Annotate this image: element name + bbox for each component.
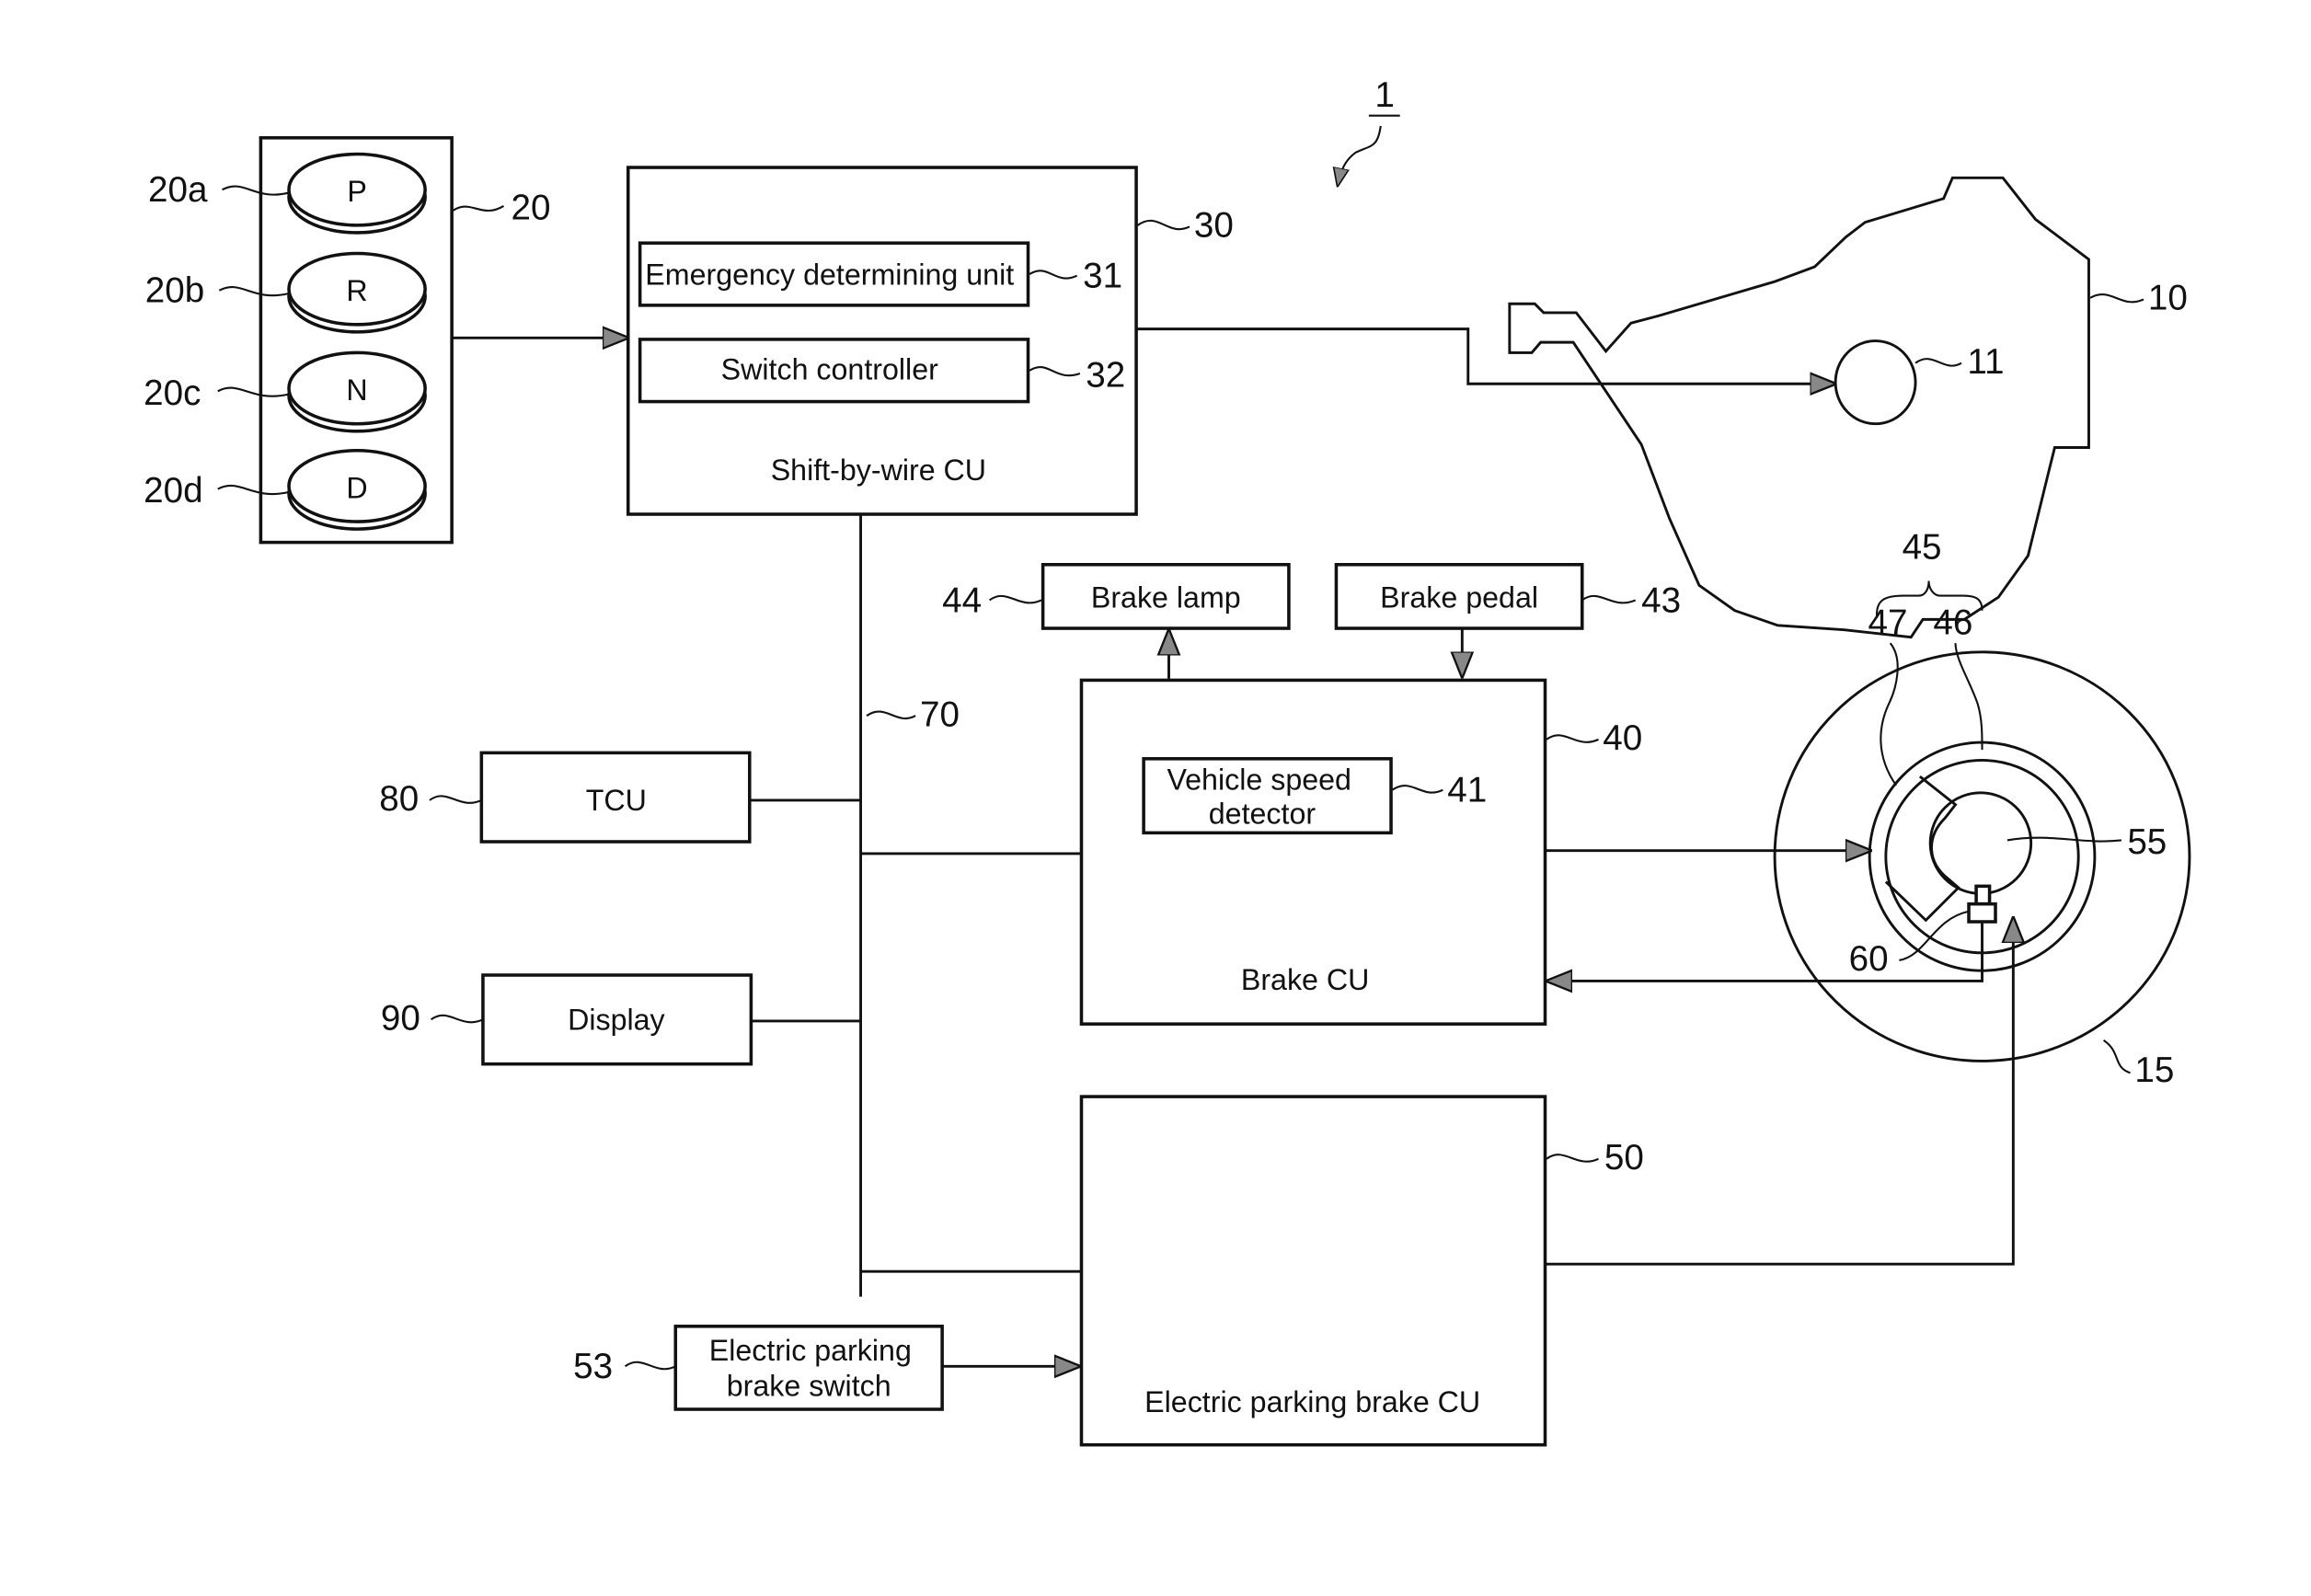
leader-11 (1914, 358, 1962, 367)
system-block-diagram: 1 20 P R N D 20a 20b 20c 20d Shift-by-wi… (144, 75, 2191, 1447)
leader-30 (1137, 219, 1190, 231)
ref-50: 50 (1604, 1138, 1644, 1177)
shift-button-d[interactable]: D (287, 448, 427, 531)
transmission-outline (1508, 176, 2090, 639)
shift-button-d-label: D (346, 471, 367, 504)
ref-10: 10 (2148, 279, 2188, 318)
leader-46 (1954, 643, 1983, 751)
ref-70: 70 (920, 695, 960, 734)
ref-41: 41 (1447, 771, 1487, 810)
leader-43 (1581, 594, 1637, 604)
ref-45: 45 (1903, 527, 1942, 567)
leader-50 (1546, 1154, 1599, 1163)
leader-90 (430, 1014, 484, 1024)
ref-53: 53 (573, 1347, 613, 1386)
shift-cu-label: Shift-by-wire CU (771, 454, 986, 487)
speed-sensor-base (1967, 901, 1997, 924)
ref-44: 44 (942, 580, 982, 620)
ref-60: 60 (1849, 939, 1889, 979)
ref-43: 43 (1641, 580, 1681, 620)
ref-20d: 20d (144, 471, 202, 511)
switch-controller-label: Switch controller (721, 352, 938, 385)
shift-button-r-label: R (346, 274, 367, 307)
ref-32: 32 (1086, 355, 1125, 395)
speed-detector-label-line2: detector (1209, 798, 1316, 831)
ref-80: 80 (379, 779, 419, 819)
ref-20b: 20b (145, 271, 204, 311)
shift-button-r[interactable]: R (287, 251, 427, 334)
speed-sensor-top (1974, 884, 1992, 906)
system-ref-label: 1 (1374, 75, 1394, 115)
tcu-label: TCU (586, 784, 647, 817)
hub (1928, 791, 2033, 895)
speed-detector-label-line1: Vehicle speed (1167, 764, 1351, 797)
shift-actuator (1834, 339, 1917, 426)
ref-40: 40 (1603, 718, 1642, 758)
leader-40 (1546, 734, 1599, 743)
ref-31: 31 (1083, 257, 1122, 296)
brake-lamp-label: Brake lamp (1091, 580, 1241, 614)
shift-button-n-label: N (346, 373, 367, 407)
shift-button-p[interactable]: P (287, 152, 427, 235)
shift-selector: 20 P R N D 20a 20b 20c 20d (144, 136, 551, 545)
epb-cu-label: Electric parking brake CU (1144, 1385, 1480, 1418)
shift-selector-leader (453, 205, 505, 212)
leader-70 (866, 710, 916, 720)
ref-30: 30 (1194, 206, 1234, 246)
ref-11: 11 (1967, 342, 2004, 382)
leader-80 (429, 795, 482, 804)
emergency-unit-label: Emergency determining unit (645, 258, 1014, 291)
leader-55 (2006, 836, 2122, 843)
ref-20a: 20a (148, 170, 208, 210)
brake-pedal-label: Brake pedal (1380, 580, 1538, 614)
ref-55: 55 (2127, 822, 2167, 862)
leader-47 (1880, 642, 1899, 787)
epb-cu-to-brake-arrow (1545, 919, 2013, 1266)
shift-by-wire-cu[interactable]: Shift-by-wire CU Emergency determining u… (626, 166, 1138, 516)
ref-20c: 20c (144, 373, 201, 413)
brake-cu[interactable]: Brake CU Vehicle speed detector (1079, 678, 1547, 1026)
ref-90: 90 (381, 999, 420, 1039)
ref-46: 46 (1933, 603, 1972, 642)
shift-button-p-label: P (347, 175, 366, 208)
leader-44 (989, 594, 1042, 604)
leader-15 (2102, 1039, 2131, 1074)
epb-switch-label-line1: Electric parking (709, 1334, 912, 1367)
shift-cu-to-actuator-arrow (1136, 327, 1834, 385)
leader-53 (624, 1361, 676, 1371)
shift-button-n[interactable]: N (287, 350, 427, 433)
system-reference: 1 (1338, 75, 1400, 185)
ref-15: 15 (2134, 1051, 2174, 1090)
system-ref-leader (1338, 125, 1382, 185)
transmission (1508, 176, 2090, 639)
leader-10 (2089, 293, 2144, 304)
ref-47: 47 (1868, 603, 1908, 642)
brake-cu-label: Brake CU (1241, 963, 1370, 996)
shift-selector-ref: 20 (512, 188, 551, 227)
epb-switch-label-line2: brake switch (727, 1370, 891, 1403)
display-label: Display (568, 1004, 665, 1037)
